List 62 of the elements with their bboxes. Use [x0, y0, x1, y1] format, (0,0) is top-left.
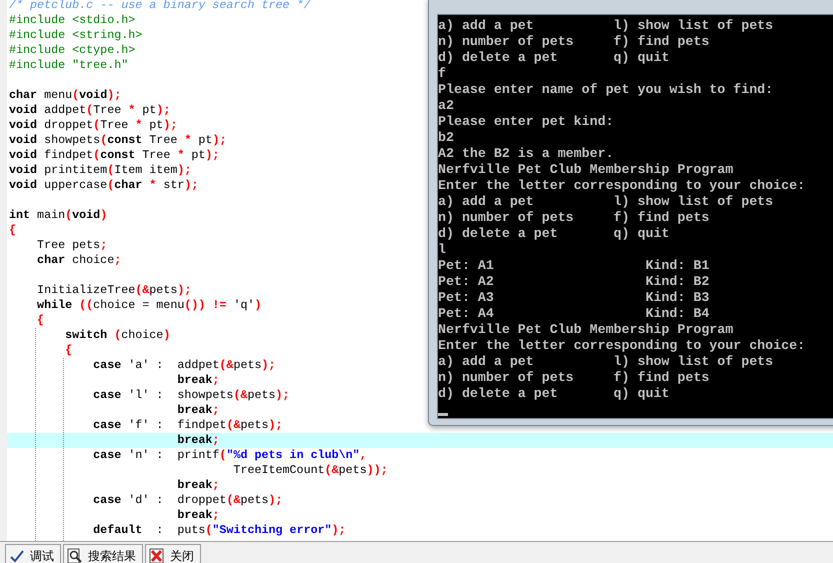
panel-tab[interactable]: 搜索结果 — [63, 544, 143, 563]
console-line: a) add a pet l) show list of pets — [438, 18, 774, 34]
console-line: Nerfville Pet Club Membership Program — [438, 162, 734, 178]
console-line: d) delete a pet q) quit — [438, 386, 670, 402]
code-line: void findpet(const Tree * pt); — [8, 148, 220, 163]
checkmark-icon — [9, 548, 25, 563]
console-line: a2 — [438, 98, 455, 114]
console-line: Please enter pet kind: — [438, 114, 615, 130]
console-line: Pet: A1 Kind: B1 — [438, 258, 710, 274]
code-line: break; — [176, 373, 220, 388]
code-line: { — [8, 223, 16, 238]
code-line: char menu(void); — [8, 88, 122, 103]
console-line: A2 the B2 is a member. — [438, 146, 615, 162]
console-line: Pet: A2 Kind: B2 — [438, 274, 710, 290]
console-line: Enter the letter corresponding to your choice: — [438, 338, 806, 354]
code-line: void showpets(const Tree * pt); — [8, 133, 226, 148]
code-line: break; — [176, 508, 220, 523]
console-line: Please enter name of pet you wish to find: — [438, 82, 774, 98]
code-line: while ((choice = menu()) != 'q') — [36, 298, 262, 313]
console-line: a) add a pet l) show list of pets — [438, 354, 774, 370]
text-cursor — [438, 413, 448, 416]
console-line: n) number of pets f) find pets — [438, 370, 710, 386]
console-line: n) number of pets f) find pets — [438, 34, 710, 50]
code-line: void printitem(Item item); — [8, 163, 192, 178]
code-line: #include <string.h> — [8, 28, 142, 43]
code-line: void addpet(Tree * pt); — [8, 103, 170, 118]
console-line: d) delete a pet q) quit — [438, 226, 670, 242]
code-line: Tree pets; — [36, 238, 108, 253]
code-line: case 'a' : addpet(&pets); — [92, 358, 276, 373]
code-line: break; — [176, 403, 220, 418]
code-line: default : puts("Switching error"); — [92, 523, 346, 538]
code-line: char choice; — [36, 253, 122, 268]
code-line: switch (choice) — [64, 328, 170, 343]
code-line: case 'f' : findpet(&pets); — [92, 418, 283, 433]
code-line: #include <stdio.h> — [8, 13, 136, 28]
code-line: case 'n' : printf("%d pets in club\n", — [92, 448, 367, 463]
console-line: Pet: A3 Kind: B3 — [438, 290, 710, 306]
code-line: #include <ctype.h> — [8, 43, 136, 58]
code-line: { — [36, 313, 44, 328]
code-line: case 'l' : showpets(&pets); — [92, 388, 290, 403]
code-line: break; — [176, 478, 220, 493]
code-line: { — [64, 343, 72, 358]
code-line: TreeItemCount(&pets)); — [232, 463, 388, 478]
console-line: n) number of pets f) find pets — [438, 210, 710, 226]
console-line: b2 — [438, 130, 455, 146]
code-line: case 'd' : droppet(&pets); — [92, 493, 283, 508]
console-line: f — [438, 66, 447, 82]
code-line: #include "tree.h" — [8, 58, 128, 73]
code-line: int main(void) — [8, 208, 108, 223]
console-line: l — [438, 242, 447, 258]
console-line: Pet: A4 Kind: B4 — [438, 306, 710, 322]
close-icon — [149, 548, 165, 563]
console-line: Enter the letter corresponding to your choice: — [438, 178, 806, 194]
code-line: InitializeTree(&pets); — [36, 283, 192, 298]
console-line: Nerfville Pet Club Membership Program — [438, 322, 734, 338]
console-line: d) delete a pet q) quit — [438, 50, 670, 66]
code-line: void droppet(Tree * pt); — [8, 118, 178, 133]
console-line: a) add a pet l) show list of pets — [438, 194, 774, 210]
panel-tab[interactable]: 调试 — [5, 544, 61, 563]
panel-tab[interactable]: 关闭 — [145, 544, 201, 563]
search-icon — [67, 548, 83, 563]
code-line: void uppercase(char * str); — [8, 178, 198, 193]
